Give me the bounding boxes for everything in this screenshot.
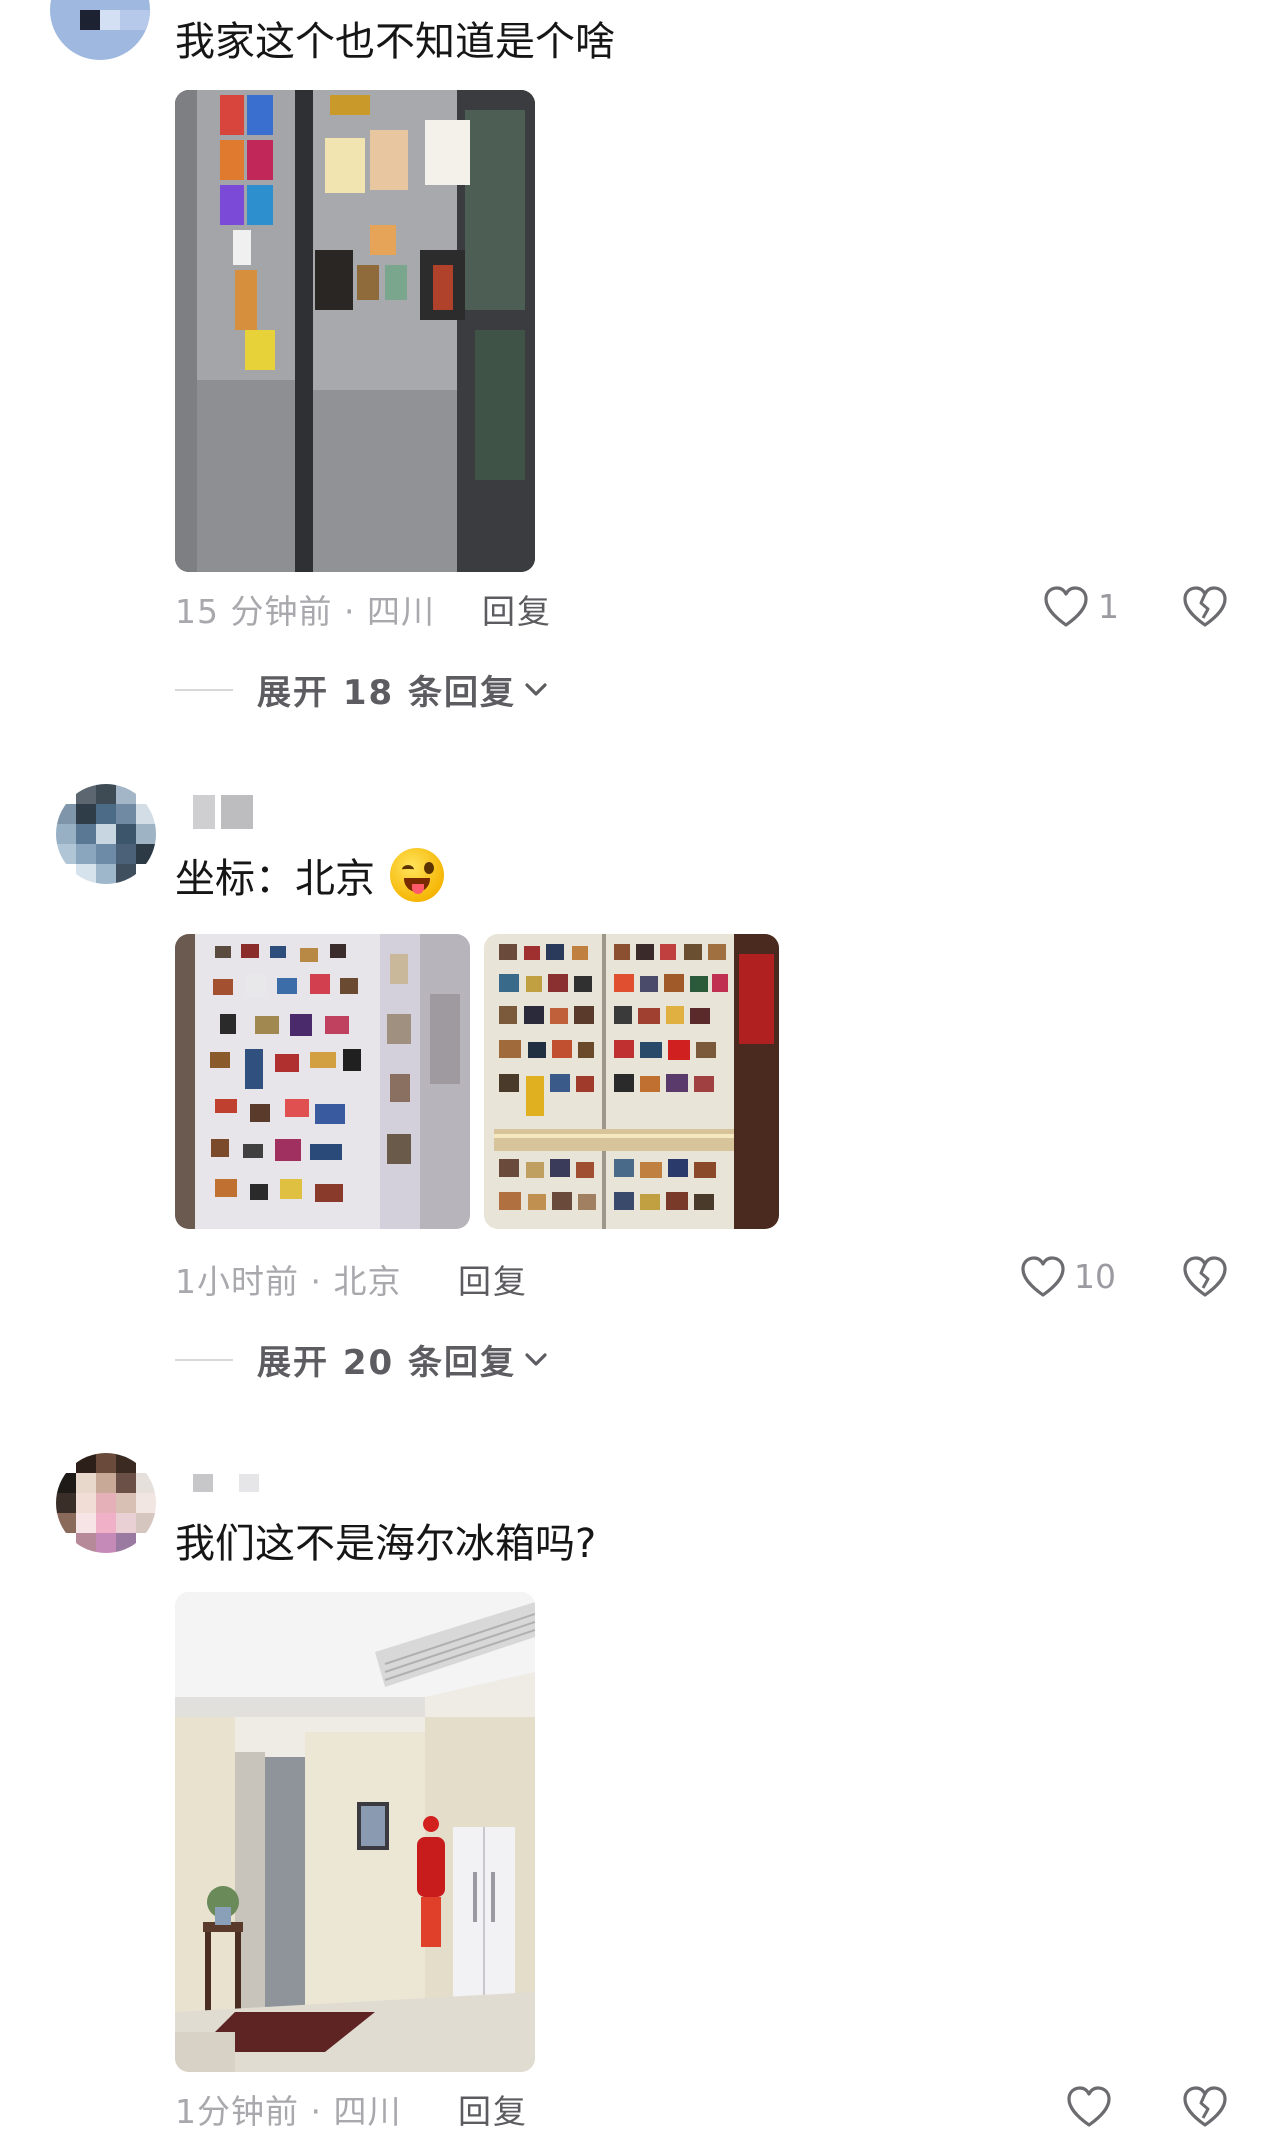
- username[interactable]: [193, 1474, 259, 1492]
- comment-image[interactable]: [484, 934, 779, 1229]
- broken-heart-icon[interactable]: [1182, 1255, 1228, 1299]
- divider: [175, 688, 233, 691]
- heart-icon[interactable]: [1020, 1255, 1066, 1299]
- comment-text-content: 坐标：北京: [175, 856, 375, 902]
- comment-image[interactable]: [175, 90, 535, 572]
- chevron-down-icon: [524, 1352, 548, 1368]
- expand-replies[interactable]: 展开 20 条回复: [175, 1335, 548, 1384]
- expand-replies-label: 展开 20 条回复: [257, 1343, 516, 1383]
- comment-image[interactable]: [175, 934, 470, 1229]
- magnet-fridge-photo-1: [175, 934, 470, 1229]
- heart-icon[interactable]: [1066, 2085, 1112, 2129]
- living-room-fridge-photo: [175, 1592, 535, 2072]
- comment-text: 我家这个也不知道是个啥: [175, 19, 615, 65]
- comment-meta: 15 分钟前 · 四川: [175, 592, 435, 631]
- reply-button[interactable]: 回复: [458, 2085, 528, 2133]
- avatar[interactable]: [50, 0, 150, 60]
- expand-replies-label: 展开 18 条回复: [257, 673, 516, 713]
- like-count: 10: [1074, 1257, 1116, 1296]
- broken-heart-icon[interactable]: [1182, 585, 1228, 629]
- heart-icon[interactable]: [1043, 585, 1089, 629]
- magnet-fridge-photo-2: [484, 934, 779, 1229]
- comment-meta: 1小时前 · 北京: [175, 1262, 402, 1301]
- broken-heart-icon[interactable]: [1182, 2085, 1228, 2129]
- username[interactable]: [193, 795, 253, 829]
- fridge-photo: [175, 90, 535, 572]
- reply-button[interactable]: 回复: [458, 1255, 528, 1303]
- like-count: 1: [1098, 587, 1119, 626]
- avatar[interactable]: [56, 1453, 156, 1553]
- avatar[interactable]: [56, 784, 156, 884]
- comment-meta: 1分钟前 · 四川: [175, 2092, 402, 2131]
- reply-button[interactable]: 回复: [482, 585, 552, 633]
- expand-replies[interactable]: 展开 18 条回复: [175, 665, 548, 714]
- chevron-down-icon: [524, 682, 548, 698]
- comment-text: 坐标：北京: [175, 848, 444, 905]
- comment-image[interactable]: [175, 1592, 535, 2072]
- divider: [175, 1358, 233, 1361]
- comment-text: 我们这不是海尔冰箱吗?: [175, 1521, 597, 1567]
- wink-tongue-emoji-icon: [389, 848, 444, 902]
